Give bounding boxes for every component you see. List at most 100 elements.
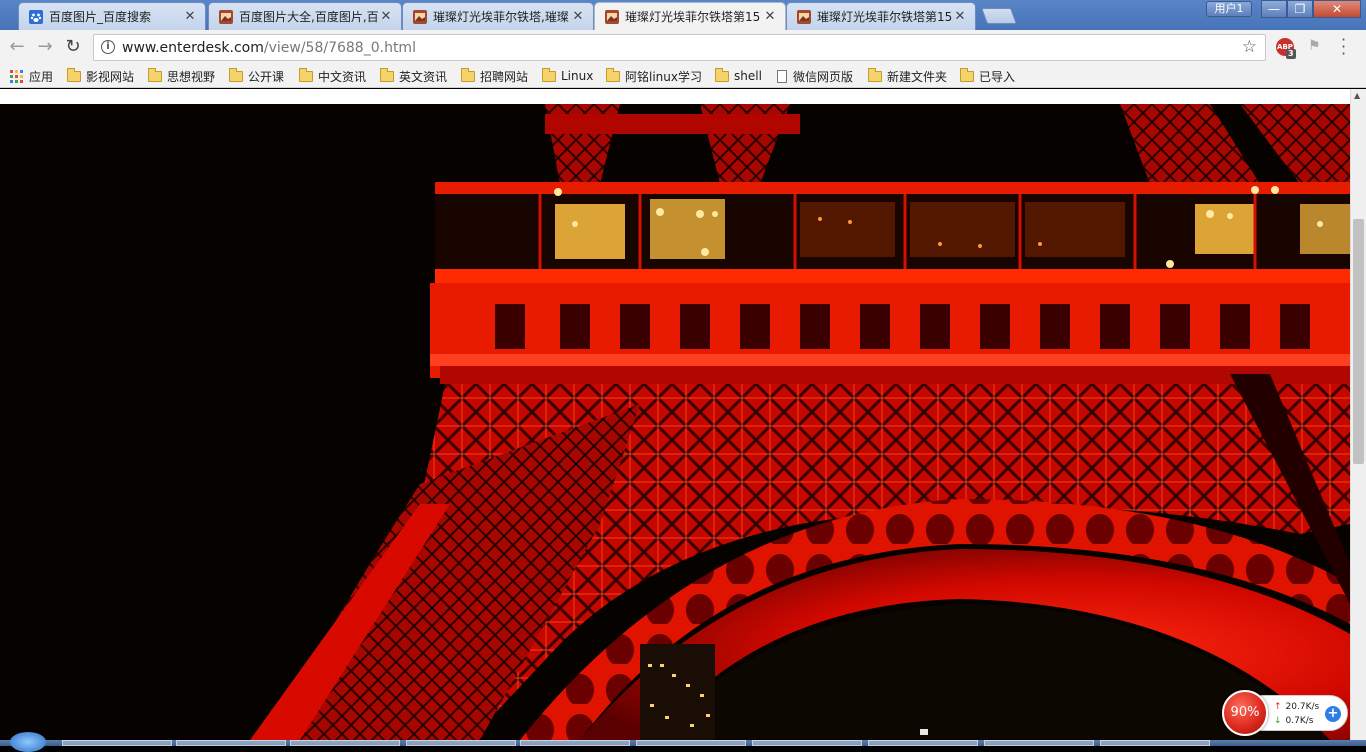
new-tab-button[interactable] bbox=[981, 8, 1017, 24]
bookmark-folder[interactable]: 阿铭linux学习 bbox=[606, 67, 702, 85]
page-content bbox=[0, 89, 1350, 740]
bookmark-page[interactable]: 微信网页版 bbox=[777, 67, 853, 85]
folder-icon bbox=[67, 67, 81, 82]
bookmark-label: Linux bbox=[561, 69, 594, 83]
browser-toolbar: ← → ↻ i www.enterdesk.com/view/58/7688_0… bbox=[0, 30, 1366, 64]
bookmark-label: 思想视野 bbox=[167, 69, 216, 84]
folder-icon bbox=[299, 67, 313, 82]
tab-baidu-images[interactable]: 百度图片大全,百度图片,百 ✕ bbox=[208, 2, 402, 30]
taskbar-item[interactable] bbox=[406, 740, 516, 746]
image-favicon bbox=[605, 9, 619, 24]
scrollbar-thumb[interactable] bbox=[1353, 219, 1364, 464]
bookmark-label: 公开课 bbox=[248, 69, 285, 84]
bookmark-folder[interactable]: Linux bbox=[542, 67, 593, 85]
image-favicon bbox=[413, 9, 427, 24]
upload-speed: ↑ 20.7K/s bbox=[1274, 702, 1320, 712]
bookmark-folder[interactable]: 英文资讯 bbox=[380, 67, 447, 85]
tab-eiffel-active[interactable]: 璀璨灯光埃菲尔铁塔第15 ✕ bbox=[594, 2, 786, 30]
taskbar-item[interactable] bbox=[176, 740, 286, 746]
tab-title: 璀璨灯光埃菲尔铁塔,璀璨 bbox=[433, 10, 569, 24]
maximize-button[interactable]: ❐ bbox=[1287, 0, 1313, 18]
taskbar-item[interactable] bbox=[1100, 740, 1210, 746]
tab-title: 百度图片_百度搜索 bbox=[49, 10, 152, 24]
bookmark-label: 中文资讯 bbox=[318, 69, 367, 84]
folder-icon bbox=[380, 67, 394, 82]
taskbar-item[interactable] bbox=[984, 740, 1094, 746]
tab-title: 璀璨灯光埃菲尔铁塔第15 bbox=[625, 10, 761, 24]
adblock-count-badge: 3 bbox=[1286, 49, 1296, 59]
bookmark-folder[interactable]: 中文资讯 bbox=[299, 67, 366, 85]
minimize-button[interactable]: — bbox=[1261, 0, 1287, 18]
profile-button[interactable]: 用户1 bbox=[1206, 1, 1252, 17]
bookmark-folder[interactable]: 招聘网站 bbox=[461, 67, 528, 85]
tab-close-icon[interactable]: ✕ bbox=[953, 9, 967, 24]
folder-icon bbox=[868, 67, 882, 82]
tab-close-icon[interactable]: ✕ bbox=[571, 9, 585, 24]
folder-icon bbox=[461, 67, 475, 82]
taskbar-item[interactable] bbox=[636, 740, 746, 746]
bookmark-folder[interactable]: 影视网站 bbox=[67, 67, 134, 85]
bookmark-label: 阿铭linux学习 bbox=[625, 69, 702, 84]
browser-menu-icon[interactable]: · · · bbox=[1341, 32, 1346, 62]
tab-close-icon[interactable]: ✕ bbox=[763, 9, 777, 24]
site-info-icon[interactable]: i bbox=[101, 40, 115, 54]
taskbar-item[interactable] bbox=[290, 740, 400, 746]
plus-icon[interactable]: + bbox=[1325, 706, 1341, 722]
bookmarks-bar: 应用 影视网站 思想视野 公开课 中文资讯 英文资讯 招聘网站 Linux 阿铭… bbox=[0, 64, 1366, 88]
bookmark-folder[interactable]: 新建文件夹 bbox=[868, 67, 947, 85]
scroll-up-icon[interactable]: ▲ bbox=[1354, 91, 1360, 100]
back-button[interactable]: ← bbox=[6, 36, 28, 58]
bookmark-folder[interactable]: 思想视野 bbox=[148, 67, 215, 85]
forward-button[interactable]: → bbox=[34, 36, 56, 58]
folder-icon bbox=[960, 67, 974, 82]
image-favicon bbox=[797, 9, 811, 24]
taskbar-item[interactable] bbox=[62, 740, 172, 746]
folder-icon bbox=[542, 67, 556, 82]
tab-title: 璀璨灯光埃菲尔铁塔第15 bbox=[817, 10, 953, 24]
vertical-scrollbar[interactable]: ▲ bbox=[1350, 89, 1366, 740]
eiffel-tower-photo bbox=[0, 104, 1350, 740]
start-button-icon[interactable] bbox=[10, 732, 46, 752]
bookmark-star-icon[interactable]: ☆ bbox=[1242, 37, 1257, 57]
image-favicon bbox=[219, 9, 233, 24]
bookmark-label: 影视网站 bbox=[86, 69, 135, 84]
download-arrow-icon: ↓ bbox=[1274, 716, 1282, 726]
url-text[interactable]: www.enterdesk.com/view/58/7688_0.html bbox=[122, 40, 416, 56]
reload-button[interactable]: ↻ bbox=[62, 36, 84, 58]
taskbar-item[interactable] bbox=[752, 740, 862, 746]
page-icon bbox=[777, 69, 787, 83]
baidu-paw-icon bbox=[29, 9, 43, 24]
bookmark-label: 微信网页版 bbox=[793, 69, 854, 84]
download-speed: ↓ 0.7K/s bbox=[1274, 716, 1314, 726]
bookmark-label: 新建文件夹 bbox=[887, 69, 948, 84]
flag-extension-icon[interactable]: ⚑ bbox=[1308, 38, 1321, 54]
bookmark-folder[interactable]: 公开课 bbox=[229, 67, 284, 85]
tab-strip: 百度图片_百度搜索 ✕ 百度图片大全,百度图片,百 ✕ 璀璨灯光埃菲尔铁塔,璀璨… bbox=[0, 0, 1366, 30]
network-speed-widget[interactable]: 90% ↑ 20.7K/s ↓ 0.7K/s + bbox=[1222, 690, 1348, 738]
bookmark-folder[interactable]: 已导入 bbox=[960, 67, 1015, 85]
folder-icon bbox=[229, 67, 243, 82]
page-top-strip bbox=[0, 89, 1350, 104]
adblock-extension-icon[interactable]: ABP 3 bbox=[1276, 38, 1296, 59]
tab-title: 百度图片大全,百度图片,百 bbox=[239, 10, 379, 24]
upload-arrow-icon: ↑ bbox=[1274, 702, 1282, 712]
bookmark-label: 已导入 bbox=[979, 69, 1016, 84]
url-path: /view/58/7688_0.html bbox=[263, 40, 416, 56]
bookmark-folder[interactable]: shell bbox=[715, 67, 762, 85]
folder-icon bbox=[606, 67, 620, 82]
tab-eiffel-2[interactable]: 璀璨灯光埃菲尔铁塔第15 ✕ bbox=[786, 2, 976, 30]
tab-close-icon[interactable]: ✕ bbox=[379, 9, 393, 24]
memory-gauge[interactable]: 90% bbox=[1222, 690, 1268, 736]
bookmark-label: 应用 bbox=[29, 69, 54, 84]
bookmark-apps[interactable]: 应用 bbox=[10, 67, 53, 85]
taskbar-item[interactable] bbox=[868, 740, 978, 746]
apps-grid-icon bbox=[10, 69, 23, 83]
tab-close-icon[interactable]: ✕ bbox=[183, 9, 197, 24]
folder-icon bbox=[148, 67, 162, 82]
tab-eiffel-1[interactable]: 璀璨灯光埃菲尔铁塔,璀璨 ✕ bbox=[402, 2, 594, 30]
address-bar[interactable]: i www.enterdesk.com/view/58/7688_0.html … bbox=[93, 34, 1266, 61]
bookmark-label: 英文资讯 bbox=[399, 69, 448, 84]
taskbar-item[interactable] bbox=[520, 740, 630, 746]
tab-baidu-search[interactable]: 百度图片_百度搜索 ✕ bbox=[18, 2, 206, 30]
close-window-button[interactable]: ✕ bbox=[1313, 0, 1361, 18]
